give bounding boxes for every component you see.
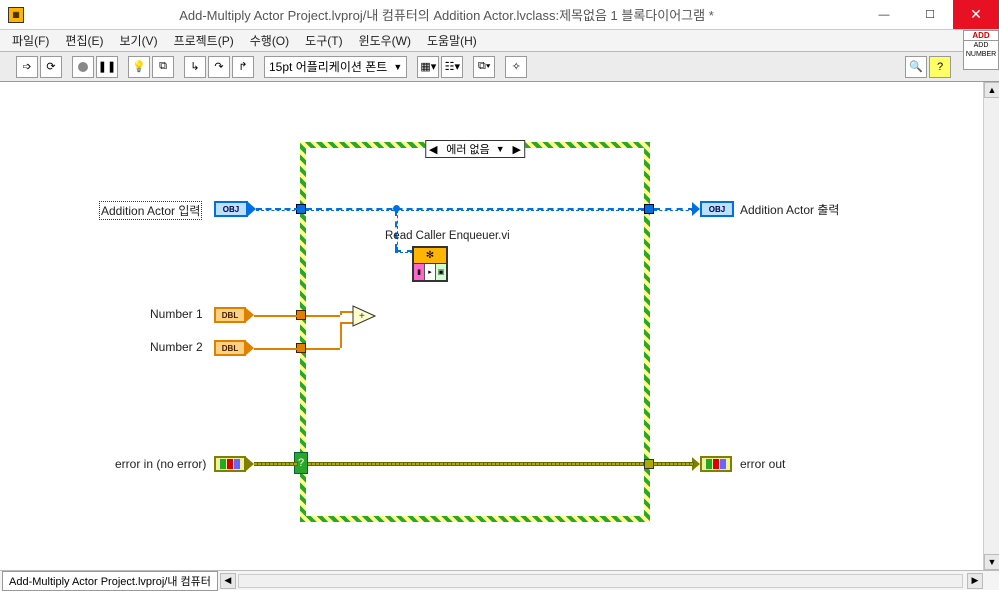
number1-label[interactable]: Number 1 (150, 307, 203, 321)
menu-file[interactable]: 파일(F) (4, 30, 57, 51)
actor-out-terminal[interactable]: OBJ (700, 201, 734, 217)
step-over-button[interactable]: ↷ (208, 56, 230, 78)
font-selector[interactable]: 15pt 어플리케이션 폰트 ▼ (264, 56, 407, 78)
number1-terminal[interactable]: DBL (214, 307, 246, 323)
scroll-up-icon[interactable]: ▲ (984, 82, 999, 98)
document-tab[interactable]: Add-Multiply Actor Project.lvproj/내 컴퓨터 (2, 571, 218, 591)
diagram-area: Addition Actor 입력 OBJ OBJ Addition Actor… (0, 82, 999, 570)
wire-num[interactable] (340, 322, 342, 348)
vertical-scrollbar[interactable]: ▲ ▼ (983, 82, 999, 570)
menu-view[interactable]: 보기(V) (111, 30, 165, 51)
subvi-label[interactable]: Read Caller Enqueuer.vi (385, 230, 510, 242)
menu-edit[interactable]: 편집(E) (57, 30, 111, 51)
terminal-arrow-icon (246, 457, 254, 471)
minimize-button[interactable]: — (861, 0, 907, 29)
scroll-down-icon[interactable]: ▼ (984, 554, 999, 570)
reorder-button[interactable]: ⧉▾ (473, 56, 495, 78)
terminal-arrow-icon (246, 341, 254, 355)
wire-err[interactable] (654, 462, 694, 466)
number2-label[interactable]: Number 2 (150, 340, 203, 354)
menu-help[interactable]: 도움말(H) (419, 30, 485, 51)
actor-in-label[interactable]: Addition Actor 입력 (99, 201, 202, 220)
terminal-arrow-icon (248, 202, 256, 216)
menu-window[interactable]: 윈도우(W) (351, 30, 419, 51)
tunnel-err-out[interactable] (644, 459, 654, 469)
highlight-exec-button[interactable]: 💡 (128, 56, 150, 78)
scroll-right-icon[interactable]: ▶ (967, 573, 983, 589)
title-bar: ▦ Add-Multiply Actor Project.lvproj/내 컴퓨… (0, 0, 999, 30)
pause-button[interactable]: ❚❚ (96, 56, 118, 78)
case-prev-icon[interactable]: ◀ (426, 143, 440, 156)
step-out-button[interactable]: ↱ (232, 56, 254, 78)
error-cluster-icon (220, 459, 240, 469)
dropdown-arrow-icon: ▼ (393, 62, 402, 72)
vi-nav-icon[interactable]: ADD ADD NUMBER (963, 30, 999, 70)
wire-num[interactable] (254, 315, 300, 317)
block-diagram-canvas[interactable]: Addition Actor 입력 OBJ OBJ Addition Actor… (0, 82, 983, 570)
case-label: 에러 없음 (440, 141, 496, 157)
retain-wire-button[interactable]: ⧉ (152, 56, 174, 78)
error-out-label[interactable]: error out (740, 457, 785, 471)
add-primitive[interactable]: + (352, 305, 376, 327)
maximize-button[interactable]: ☐ (907, 0, 953, 29)
error-in-label[interactable]: error in (no error) (115, 457, 206, 471)
search-button[interactable]: 🔍 (905, 56, 927, 78)
case-next-icon[interactable]: ▶ (510, 143, 524, 156)
font-label: 15pt 어플리케이션 폰트 (269, 58, 387, 75)
wire-obj[interactable] (654, 208, 694, 211)
cleanup-button[interactable]: ✧ (505, 56, 527, 78)
wire-obj[interactable] (395, 250, 413, 253)
abort-button[interactable] (72, 56, 94, 78)
menu-tools[interactable]: 도구(T) (297, 30, 350, 51)
terminal-arrow-icon (246, 308, 254, 322)
error-out-terminal[interactable] (700, 456, 732, 472)
read-caller-enqueuer-subvi[interactable]: ✻ ▮▸▣ (412, 246, 448, 282)
subvi-icon: ✻ (414, 248, 446, 264)
number2-terminal[interactable]: DBL (214, 340, 246, 356)
toolbar: ➩ ⟳ ❚❚ 💡 ⧉ ↳ ↷ ↱ 15pt 어플리케이션 폰트 ▼ ▦▾ ☷▾ … (0, 52, 999, 82)
align-button[interactable]: ▦▾ (417, 56, 439, 78)
scroll-left-icon[interactable]: ◀ (220, 573, 236, 589)
distribute-button[interactable]: ☷▾ (441, 56, 463, 78)
horizontal-scrollbar[interactable] (238, 574, 963, 588)
wire-num[interactable] (306, 315, 340, 317)
wire-err[interactable] (308, 462, 644, 466)
error-cluster-icon (706, 459, 726, 469)
wire-num[interactable] (306, 348, 340, 350)
menu-project[interactable]: 프로젝트(P) (166, 30, 242, 51)
tunnel-obj-out[interactable] (644, 204, 654, 214)
subvi-connector: ▮▸▣ (414, 264, 446, 280)
wire-obj[interactable] (256, 208, 300, 211)
wire-obj[interactable] (306, 208, 644, 211)
window-controls: — ☐ ✕ (861, 0, 999, 29)
case-dropdown-icon[interactable]: ▼ (496, 144, 510, 154)
help-button[interactable]: ? (929, 56, 951, 78)
close-button[interactable]: ✕ (953, 0, 999, 29)
run-button[interactable]: ➩ (16, 56, 38, 78)
wire-err[interactable] (254, 462, 298, 466)
actor-in-terminal[interactable]: OBJ (214, 201, 248, 217)
status-bar: Add-Multiply Actor Project.lvproj/내 컴퓨터 … (0, 570, 999, 590)
app-icon: ▦ (8, 7, 24, 23)
run-continuous-button[interactable]: ⟳ (40, 56, 62, 78)
step-into-button[interactable]: ↳ (184, 56, 206, 78)
error-in-terminal[interactable] (214, 456, 246, 472)
menu-bar: 파일(F) 편집(E) 보기(V) 프로젝트(P) 수행(O) 도구(T) 윈도… (0, 30, 999, 52)
wire-num[interactable] (254, 348, 300, 350)
window-title: Add-Multiply Actor Project.lvproj/내 컴퓨터의… (32, 5, 861, 24)
svg-text:+: + (359, 311, 365, 322)
actor-out-label[interactable]: Addition Actor 출력 (740, 201, 839, 218)
menu-operate[interactable]: 수행(O) (242, 30, 297, 51)
case-selector[interactable]: ◀ 에러 없음 ▼ ▶ (425, 140, 525, 158)
